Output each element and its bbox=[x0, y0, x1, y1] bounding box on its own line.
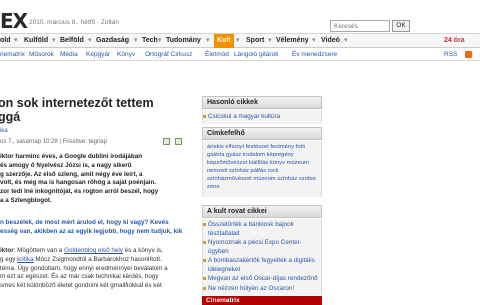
bullet-icon bbox=[203, 286, 206, 290]
subnav-item[interactable]: Műsorok bbox=[29, 48, 54, 61]
print-icon[interactable] bbox=[175, 138, 182, 145]
interview-question: n beszélek, de most mért árulod el, hogy… bbox=[0, 219, 183, 235]
kult-articles-header: A kult rovat cikkei bbox=[202, 205, 322, 218]
kult-article-title[interactable]: Ne nézzen hülyén az Oscaron! bbox=[208, 285, 294, 292]
sub-navigation: nematrix Műsorok Média Képgyár Könyv Ort… bbox=[0, 48, 480, 61]
site-logo[interactable]: EX bbox=[0, 9, 28, 33]
kult-article-title[interactable]: Nyomoznak a pécsi Expo Center-ügyben bbox=[208, 239, 302, 255]
search-button[interactable]: OK bbox=[392, 20, 410, 32]
bullet-icon bbox=[203, 223, 206, 226]
kult-article-title[interactable]: Megvan az első Oscar-díjas rendezőnő bbox=[208, 275, 318, 282]
rss-icon[interactable] bbox=[465, 51, 472, 58]
kritika-link[interactable]: kritika bbox=[17, 256, 33, 263]
nav-item-tech[interactable]: Tech bbox=[142, 34, 158, 48]
nav-arrow-icon: ▾ bbox=[88, 37, 92, 44]
main-navigation: old ▾ Kulföld ▾ Belföld ▾ Gazdaság ▾ Tec… bbox=[0, 34, 480, 48]
nav-arrow-icon: ▾ bbox=[312, 37, 316, 44]
subnav-item[interactable]: Év menedzsere bbox=[292, 48, 337, 61]
rss-link[interactable]: RSS bbox=[444, 48, 457, 61]
bullet-icon bbox=[203, 277, 206, 280]
interview-answer: iktor: Mögöttem van a Goldenblog első he… bbox=[0, 247, 190, 291]
nav-arrow-icon: ▾ bbox=[236, 37, 240, 44]
nav-arrow-icon: ▾ bbox=[52, 37, 56, 44]
bullet-icon bbox=[203, 241, 206, 244]
kult-article-link[interactable]: Nyomoznak a pécsi Expo Center-ügyben bbox=[203, 239, 321, 256]
site-header: EX 2010. március 8., hétfő - Zoltán OK bbox=[0, 0, 480, 34]
nav-item-velemeny[interactable]: Vélemény bbox=[276, 34, 309, 48]
article-meta: us 7., vasárnap 10:28 | Frissítve: tegna… bbox=[0, 139, 107, 145]
sidebar: Hasonló cikkek Csicskul a magyar kultúra… bbox=[200, 61, 325, 305]
nav-item-old[interactable]: old bbox=[0, 34, 11, 48]
comment-icon[interactable] bbox=[163, 138, 170, 145]
subnav-item[interactable]: Életmód bbox=[205, 48, 229, 61]
page-root: EX 2010. március 8., hétfő - Zoltán OK o… bbox=[0, 0, 480, 305]
bullet-icon bbox=[203, 115, 206, 118]
subnav-item[interactable]: Könyv bbox=[117, 48, 135, 61]
search-input[interactable] bbox=[330, 20, 390, 32]
kult-articles-box: Összetörték a bánkiosk bajnok tésztaltal… bbox=[202, 219, 322, 295]
clock-label[interactable]: 24 óra bbox=[444, 34, 465, 48]
bullet-icon bbox=[203, 259, 206, 262]
subnav-item[interactable]: Média bbox=[60, 48, 78, 61]
nav-item-gazdasag[interactable]: Gazdaság bbox=[96, 34, 129, 48]
nav-item-video[interactable]: Videó bbox=[321, 34, 340, 48]
kult-article-title[interactable]: Összetörték a bánkiosk bajnok tésztaltal… bbox=[208, 221, 294, 237]
kult-article-link[interactable]: A bombaszakértők fegyelték a digitális i… bbox=[203, 257, 321, 274]
tagcloud-header: Címkefelhő bbox=[202, 127, 322, 140]
nav-arrow-icon: ▾ bbox=[206, 37, 210, 44]
subnav-item[interactable]: Képgyár bbox=[86, 48, 110, 61]
kult-article-link[interactable]: Ne nézzen hülyén az Oscaron! bbox=[203, 285, 321, 294]
nav-arrow-icon: ▾ bbox=[268, 37, 272, 44]
subnav-item[interactable]: Ortográf Cirkusz bbox=[145, 48, 192, 61]
nav-item-kult[interactable]: Kult bbox=[214, 34, 234, 48]
article-tools bbox=[163, 138, 187, 146]
cinematrix-box-header[interactable]: Cinematrix bbox=[202, 296, 322, 305]
nav-item-tudomany[interactable]: Tudomány bbox=[166, 34, 201, 48]
subnav-item[interactable]: nematrix bbox=[0, 48, 25, 61]
kult-article-link[interactable]: Összetörték a bánkiosk bajnok tésztaltal… bbox=[203, 221, 321, 238]
related-article-title[interactable]: Csicskul a magyar kultúra bbox=[208, 113, 280, 120]
kult-article-title[interactable]: A bombaszakértők fegyelték a digitális i… bbox=[208, 257, 315, 273]
nav-item-sport[interactable]: Sport bbox=[246, 34, 264, 48]
answer-speaker: iktor bbox=[0, 247, 14, 254]
nav-item-kulfold[interactable]: Kulföld bbox=[24, 34, 48, 48]
nav-arrow-icon: ▾ bbox=[14, 37, 18, 44]
related-articles-header: Hasonló cikkek bbox=[202, 96, 322, 109]
date-line: 2010. március 8., hétfő - Zoltán bbox=[29, 19, 119, 26]
subnav-item[interactable]: Lángoló gitárok bbox=[234, 48, 278, 61]
nav-arrow-icon: ▾ bbox=[158, 37, 162, 44]
goldenblog-link[interactable]: Goldenblog első hely bbox=[64, 247, 123, 254]
nav-arrow-icon: ▾ bbox=[344, 37, 348, 44]
tagcloud-box: áriekis elhunyt festészet festmény fotó … bbox=[202, 141, 322, 197]
article: on sok internetezőt tettem ggá ika us 7.… bbox=[0, 61, 195, 305]
article-lead: iktor harminc éves, a Google dublini iro… bbox=[0, 153, 159, 204]
article-headline: on sok internetezőt tettem ggá bbox=[0, 96, 154, 124]
nav-item-belfold[interactable]: Belföld bbox=[60, 34, 84, 48]
answer-text: : Mögöttem van a bbox=[13, 247, 65, 254]
nav-arrow-icon: ▾ bbox=[134, 37, 138, 44]
tag-cloud[interactable]: áriekis elhunyt festészet festmény fotó … bbox=[203, 141, 321, 193]
kult-article-link[interactable]: Megvan az első Oscar-díjas rendezőnő bbox=[203, 275, 321, 284]
article-author[interactable]: ika bbox=[0, 128, 8, 134]
related-article-link[interactable]: Csicskul a magyar kultúra bbox=[203, 113, 321, 122]
related-articles-box: Csicskul a magyar kultúra bbox=[202, 110, 322, 124]
